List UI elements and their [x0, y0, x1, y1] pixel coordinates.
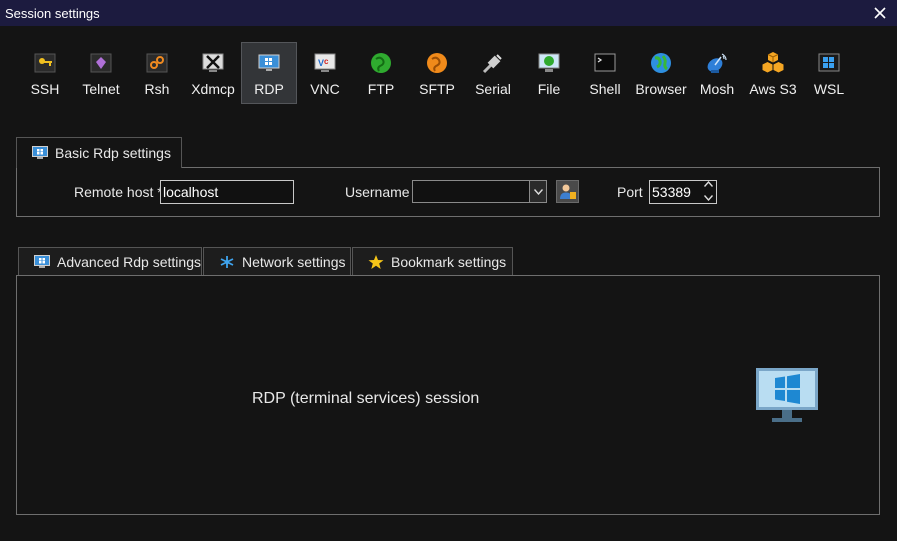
sftp-globe-icon — [425, 51, 449, 75]
session-type-shell[interactable]: Shell — [577, 42, 633, 104]
session-type-rsh[interactable]: Rsh — [129, 42, 185, 104]
tab-label: Bookmark settings — [391, 253, 507, 270]
serial-plug-icon — [481, 51, 505, 75]
session-type-label: Aws S3 — [749, 81, 797, 97]
satellite-dish-icon — [705, 51, 729, 75]
title-bar: Session settings — [0, 0, 897, 26]
session-type-mosh[interactable]: Mosh — [689, 42, 745, 104]
session-type-label: WSL — [813, 81, 845, 97]
tab-label: Advanced Rdp settings — [57, 253, 201, 270]
session-type-ftp[interactable]: FTP — [353, 42, 409, 104]
session-type-label: RDP — [254, 81, 284, 97]
tab-label: Network settings — [242, 253, 346, 270]
globe-icon — [649, 51, 673, 75]
tab-advanced-rdp-settings[interactable]: Advanced Rdp settings — [18, 247, 202, 275]
session-type-label: SSH — [30, 81, 60, 97]
close-button[interactable] — [871, 4, 889, 22]
session-type-wsl[interactable]: WSL — [801, 42, 857, 104]
svg-text:c: c — [324, 57, 329, 66]
port-spinner[interactable] — [701, 181, 715, 201]
user-icon — [559, 184, 576, 199]
username-combobox[interactable] — [412, 180, 547, 203]
session-type-rdp[interactable]: RDP — [241, 42, 297, 104]
x-icon — [201, 51, 225, 75]
chevron-down-icon[interactable] — [529, 181, 546, 202]
file-monitor-icon — [537, 51, 561, 75]
session-type-label: Serial — [475, 81, 511, 97]
session-type-label: Mosh — [699, 81, 735, 97]
key-icon — [33, 51, 57, 75]
tab-network-settings[interactable]: Network settings — [203, 247, 351, 275]
session-type-telnet[interactable]: Telnet — [73, 42, 129, 104]
session-type-label: VNC — [310, 81, 340, 97]
session-type-toolbar: SSH Telnet Rsh Xdmcp RDP Vc VNC FTP SFTP… — [17, 42, 857, 104]
username-label: Username — [345, 184, 410, 200]
window-title: Session settings — [5, 5, 100, 21]
star-icon — [367, 254, 385, 269]
monitor-icon — [257, 51, 281, 75]
session-type-serial[interactable]: Serial — [465, 42, 521, 104]
session-type-label: SFTP — [419, 81, 455, 97]
tab-bookmark-settings[interactable]: Bookmark settings — [352, 247, 513, 275]
session-type-label: Telnet — [82, 81, 120, 97]
session-type-label: Xdmcp — [191, 81, 235, 97]
aws-boxes-icon — [761, 51, 785, 75]
session-type-sftp[interactable]: SFTP — [409, 42, 465, 104]
session-type-label: Browser — [635, 81, 687, 97]
session-type-browser[interactable]: Browser — [633, 42, 689, 104]
session-type-label: FTP — [367, 81, 395, 97]
session-type-vnc[interactable]: Vc VNC — [297, 42, 353, 104]
remote-host-input[interactable] — [160, 180, 294, 204]
session-type-label: File — [537, 81, 561, 97]
windows-icon — [817, 51, 841, 75]
session-type-xdmcp[interactable]: Xdmcp — [185, 42, 241, 104]
monitor-icon — [33, 254, 51, 269]
chevron-down-icon[interactable] — [703, 195, 713, 201]
monitor-icon — [31, 146, 49, 160]
chevron-up-icon[interactable] — [703, 181, 713, 187]
close-icon — [874, 7, 886, 19]
session-description: RDP (terminal services) session — [252, 390, 480, 407]
tab-label: Basic Rdp settings — [55, 145, 171, 161]
user-credentials-button[interactable] — [556, 180, 579, 203]
terminal-icon — [593, 51, 617, 75]
telnet-icon — [89, 51, 113, 75]
port-label: Port — [617, 184, 643, 200]
large-monitor-icon — [756, 368, 818, 422]
session-type-file[interactable]: File — [521, 42, 577, 104]
remote-host-label: Remote host * — [74, 184, 163, 200]
network-icon — [218, 255, 236, 269]
username-value — [413, 181, 529, 202]
tab-basic-rdp-settings[interactable]: Basic Rdp settings — [16, 137, 182, 168]
vnc-icon: Vc — [313, 51, 337, 75]
session-type-label: Rsh — [144, 81, 170, 97]
port-spinbox — [649, 180, 717, 204]
session-type-aws-s3[interactable]: Aws S3 — [745, 42, 801, 104]
session-type-label: Shell — [589, 81, 621, 97]
session-type-ssh[interactable]: SSH — [17, 42, 73, 104]
rsh-icon — [145, 51, 169, 75]
ftp-globe-icon — [369, 51, 393, 75]
